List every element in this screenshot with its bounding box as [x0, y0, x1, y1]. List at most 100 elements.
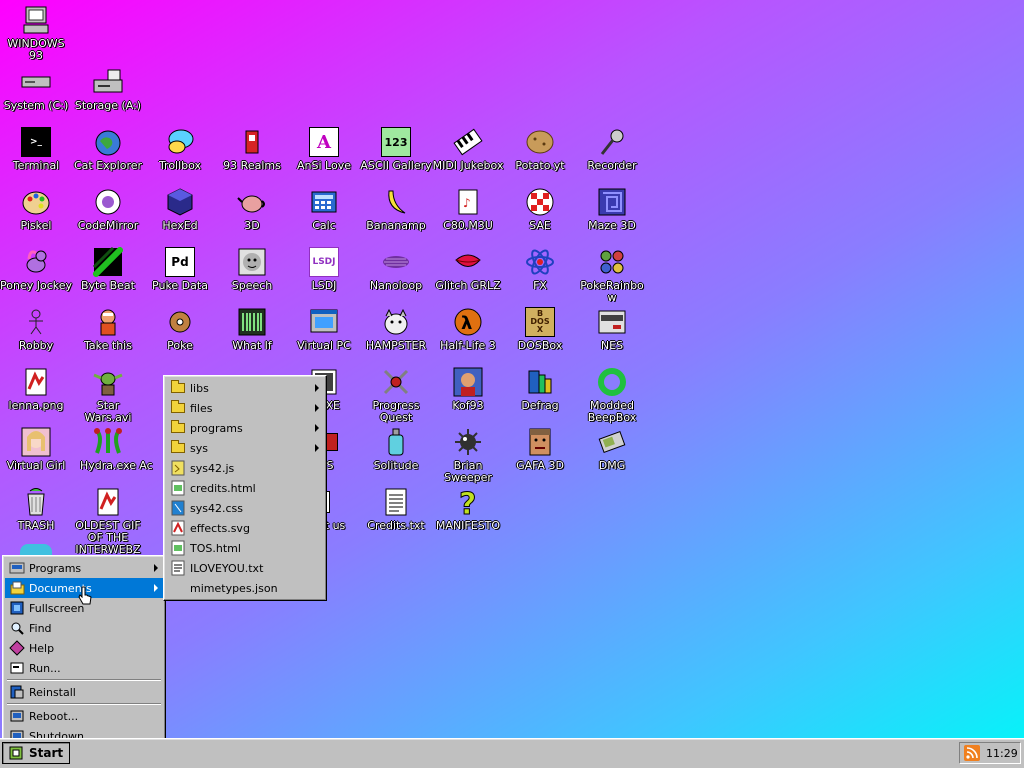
desktop-icon-label: Half-Life 3	[440, 339, 496, 352]
documents-item-programs[interactable]: programs	[166, 418, 324, 438]
desktop-icon-lsdj[interactable]: LSDJ LSDJ	[288, 246, 360, 292]
desktop-icon-dmg[interactable]: DMG	[576, 426, 648, 472]
desktop-icon-modded-beepbox[interactable]: Modded BeepBox	[576, 366, 648, 424]
desktop-icon-label: 3D	[244, 219, 260, 232]
desktop-icon-maze-3d[interactable]: Maze 3D	[576, 186, 648, 232]
desktop-icon-credits-txt[interactable]: Credits.txt	[360, 486, 432, 532]
desktop-icon-terminal[interactable]: >_ Terminal	[0, 126, 72, 172]
desktop-icon-puke-data[interactable]: Pd Puke Data	[144, 246, 216, 292]
start-label: Start	[29, 746, 64, 760]
json-file-icon	[170, 580, 186, 596]
start-menu-reboot[interactable]: Reboot...	[5, 706, 163, 726]
desktop-icon-trollbox[interactable]: Trollbox	[144, 126, 216, 172]
start-menu-find[interactable]: Find	[5, 618, 163, 638]
desktop-icon-glitch-grlz[interactable]: Glitch GRLZ	[432, 246, 504, 292]
desktop-icon-label: Nanoloop	[369, 279, 423, 292]
desktop-icon-calc[interactable]: Calc	[288, 186, 360, 232]
desktop-icon-cat-explorer[interactable]: Cat Explorer	[72, 126, 144, 172]
desktop-icon-half-life-3[interactable]: λ Half-Life 3	[432, 306, 504, 352]
desktop-icon-c80-m3u[interactable]: ♪ C80.M3U	[432, 186, 504, 232]
desktop-icon-midi-jukebox[interactable]: MIDI Jukebox	[432, 126, 504, 172]
submenu-arrow-icon	[315, 404, 319, 412]
desktop-icon-gafa-3d[interactable]: GAFA 3D	[504, 426, 576, 472]
desktop-icon-star-wars[interactable]: Star Wars.avi	[72, 366, 144, 424]
documents-item-mimetypes-json[interactable]: mimetypes.json	[166, 578, 324, 598]
defrag-icon	[524, 366, 556, 398]
start-menu-reinstall[interactable]: Reinstall	[5, 682, 163, 702]
desktop-icon-codemirror[interactable]: CodeMirror	[72, 186, 144, 232]
desktop-icon-label: CodeMirror	[77, 219, 139, 232]
desktop-icon-manifesto[interactable]: ? MANIFESTO	[432, 486, 504, 532]
documents-item-sys[interactable]: sys	[166, 438, 324, 458]
desktop-icon-label: Virtual Girl	[6, 459, 66, 472]
desktop-icon-label: Bananamp	[366, 219, 426, 232]
documents-item-label: libs	[190, 381, 209, 395]
desktop-icon-label: Defrag	[521, 399, 559, 412]
start-menu-help[interactable]: Help	[5, 638, 163, 658]
desktop-icon-robby[interactable]: Robby	[0, 306, 72, 352]
desktop-icon-take-this[interactable]: Take this	[72, 306, 144, 352]
desktop-icon-defrag[interactable]: Defrag	[504, 366, 576, 412]
banana-icon	[380, 186, 412, 218]
desktop-icon-hampster[interactable]: HAMPSTER	[360, 306, 432, 352]
desktop-icon-potato-yt[interactable]: Potato.yt	[504, 126, 576, 172]
desktop-icon-piskel[interactable]: Piskel	[0, 186, 72, 232]
documents-icon	[9, 580, 25, 596]
desktop-icon-virtual-girl[interactable]: Virtual Girl	[0, 426, 72, 472]
desktop-icon-ac[interactable]: Ac	[126, 426, 166, 472]
desktop-icon-3d[interactable]: 3D	[216, 186, 288, 232]
desktop-icon-fx[interactable]: FX	[504, 246, 576, 292]
desktop-icon-label: Star Wars.avi	[84, 399, 132, 424]
desktop-icon-nes[interactable]: NES	[576, 306, 648, 352]
start-menu-run[interactable]: Run...	[5, 658, 163, 678]
documents-item-libs[interactable]: libs	[166, 378, 324, 398]
documents-item-effects-svg[interactable]: effects.svg	[166, 518, 324, 538]
documents-item-iloveyou-txt[interactable]: ILOVEYOU.txt	[166, 558, 324, 578]
documents-item-sys42-css[interactable]: sys42.css	[166, 498, 324, 518]
desktop-icon-kof93[interactable]: Kof93	[432, 366, 504, 412]
css-file-icon	[170, 500, 186, 516]
desktop-icon-ascii-gallery[interactable]: 123 ASCII Gallery	[360, 126, 432, 172]
desktop-icon-what-if[interactable]: What If	[216, 306, 288, 352]
desktop-icon-poke[interactable]: Poke	[144, 306, 216, 352]
desktop-icon-93-realms[interactable]: 93 Realms	[216, 126, 288, 172]
computer-icon	[20, 4, 52, 36]
desktop-icon-ansi-love[interactable]: A AnSi Love	[288, 126, 360, 172]
desktop-icon-poney-jockey[interactable]: Poney Jockey	[0, 246, 72, 292]
desktop-icon-nanoloop[interactable]: Nanoloop	[360, 246, 432, 292]
desktop-icon-recorder[interactable]: Recorder	[576, 126, 648, 172]
desktop-icon-trash[interactable]: TRASH	[0, 486, 72, 532]
desktop-icon-label: Puke Data	[152, 279, 208, 292]
hamster-icon	[380, 306, 412, 338]
desktop-icon-hexed[interactable]: HexEd	[144, 186, 216, 232]
desktop-icon-solitude[interactable]: Solitude	[360, 426, 432, 472]
folder-icon	[170, 420, 186, 436]
documents-item-files[interactable]: files	[166, 398, 324, 418]
rss-feed-icon[interactable]	[964, 745, 980, 761]
desktop-icon-brian-sweeper[interactable]: Brian Sweeper	[432, 426, 504, 484]
desktop-icon-system-c[interactable]: System (C:)	[0, 66, 72, 112]
documents-item-tos-html[interactable]: TOS.html	[166, 538, 324, 558]
face-icon	[236, 246, 268, 278]
documents-item-credits-html[interactable]: credits.html	[166, 478, 324, 498]
desktop-icon-storage-a[interactable]: Storage (A:)	[72, 66, 144, 112]
documents-item-sys42-js[interactable]: sys42.js	[166, 458, 324, 478]
desktop-icon-lenna-png[interactable]: lenna.png	[0, 366, 72, 412]
desktop-icon-sae[interactable]: SAE	[504, 186, 576, 232]
desktop-icon-virtual-pc[interactable]: Virtual PC	[288, 306, 360, 352]
desktop-icon-windows93[interactable]: WINDOWS 93	[0, 4, 72, 62]
help-icon	[9, 640, 25, 656]
documents-item-label: ILOVEYOU.txt	[190, 561, 264, 575]
desktop-icon-label: NES	[600, 339, 624, 352]
start-menu-programs[interactable]: Programs	[5, 558, 163, 578]
start-button[interactable]: Start	[2, 742, 70, 764]
menu-separator	[7, 679, 161, 681]
desktop-icon-speech[interactable]: Speech	[216, 246, 288, 292]
desktop-icon-bananamp[interactable]: Bananamp	[360, 186, 432, 232]
desktop-icon-dosbox[interactable]: B DOS X DOSBox	[504, 306, 576, 352]
documents-item-label: sys42.css	[190, 501, 243, 515]
desktop-icon-pokerainbow[interactable]: PokeRainbow	[576, 246, 648, 304]
desktop-icon-byte-beat[interactable]: Byte Beat	[72, 246, 144, 292]
desktop-icon-progress-quest[interactable]: Progress Quest	[360, 366, 432, 424]
desktop-icon-oldest-gif[interactable]: OLDEST GIF OF THE INTERWEBZ	[72, 486, 144, 556]
